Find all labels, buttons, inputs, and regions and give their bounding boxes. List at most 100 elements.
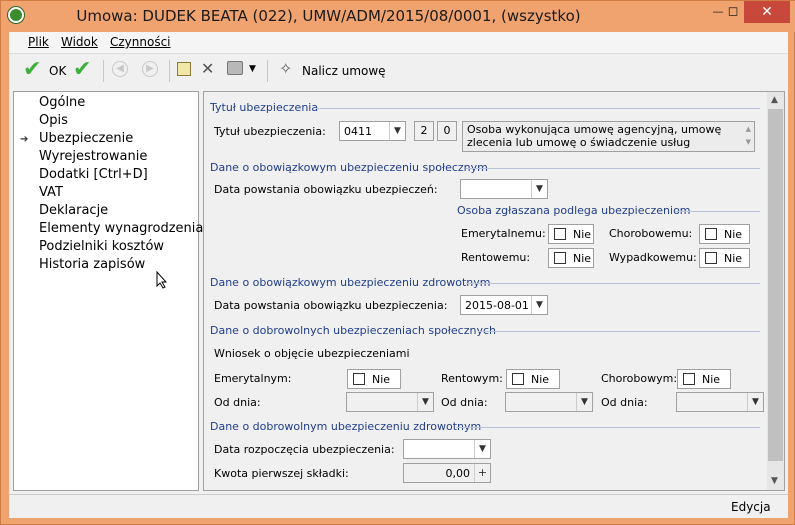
selected-arrow-icon: ➔ — [20, 134, 29, 145]
osoba-zglaszana-header: Osoba zgłaszana podlega ubezpieczeniom — [457, 204, 691, 217]
wniosek-label: Wniosek o objęcie ubezpieczeniami — [214, 347, 410, 360]
toolbar: ✔ OK ✔ ◀ ▶ ✕ ▼ ✧ Nalicz umowę — [9, 56, 788, 86]
section-divider — [316, 108, 760, 109]
close-button[interactable]: ✕ — [744, 1, 790, 23]
data-rozpoczecia-label: Data rozpoczęcia ubezpieczenia: — [214, 443, 395, 456]
nav-item-ubezpieczenie[interactable]: Ubezpieczenie — [39, 131, 133, 146]
rentowemu-label: Rentowemu: — [461, 251, 531, 264]
printer-dropdown-icon[interactable]: ▼ — [249, 64, 256, 74]
toolbar-separator — [267, 60, 268, 82]
chevron-down-icon: ▼ — [747, 393, 763, 411]
compute-contract-button[interactable]: Nalicz umowę — [302, 64, 386, 78]
menu-bar: Plik Widok Czynności — [9, 32, 788, 54]
nav-item-historia-zapisow[interactable]: Historia zapisów — [39, 257, 145, 272]
ok-button[interactable]: OK — [49, 64, 66, 78]
nav-item-elementy-wynagrodzenia[interactable]: Elementy wynagrodzenia — [39, 221, 203, 236]
rentowym-checkbox[interactable]: Nie — [506, 369, 560, 389]
app-logo-icon — [8, 7, 24, 23]
chevron-down-icon: ▼ — [474, 440, 490, 458]
emerytalnemu-label: Emerytalnemu: — [461, 227, 546, 240]
wypadkowemu-label: Wypadkowemu: — [609, 251, 697, 264]
kwota-label: Kwota pierwszej składki: — [214, 467, 349, 480]
chevron-down-icon: ▼ — [576, 393, 592, 411]
chevron-down-icon: ▼ — [417, 393, 433, 411]
forward-icon[interactable]: ▶ — [142, 61, 158, 77]
emerytalnym-label: Emerytalnym: — [214, 372, 292, 385]
data-rozpoczecia-combo[interactable]: ▼ — [403, 439, 491, 459]
chevron-down-icon: ▼ — [531, 296, 547, 314]
od-dnia-label: Od dnia: — [441, 396, 488, 409]
menu-czynnosci[interactable]: Czynności — [110, 35, 171, 49]
chorobowym-label: Chorobowym: — [601, 372, 678, 385]
chorobowemu-label: Chorobowemu: — [609, 227, 693, 240]
tytul-code-part-2: 0 — [437, 121, 457, 141]
nav-item-deklaracje[interactable]: Deklaracje — [39, 203, 108, 218]
chorobowemu-checkbox[interactable]: Nie — [699, 224, 750, 244]
nav-item-wyrejestrowanie[interactable]: Wyrejestrowanie — [39, 149, 147, 164]
window-title: Umowa: DUDEK BEATA (022), UMW/ADM/2015/0… — [76, 7, 581, 25]
toolbar-separator — [169, 60, 170, 82]
vertical-scrollbar[interactable]: ▲ ▼ — [767, 92, 784, 490]
nav-item-dodatki[interactable]: Dodatki [Ctrl+D] — [39, 167, 148, 182]
wypadkowemu-checkbox[interactable]: Nie — [699, 248, 750, 268]
menu-plik[interactable]: Plik — [28, 35, 49, 49]
scroll-down-icon: ▼ — [771, 476, 778, 486]
data-obowiazku-spol-combo[interactable]: ▼ — [460, 179, 548, 199]
save-check-icon[interactable]: ✔ — [73, 58, 91, 82]
chorobowym-checkbox[interactable]: Nie — [677, 369, 731, 389]
emerytalnym-checkbox[interactable]: Nie — [347, 369, 401, 389]
od-dnia-label: Od dnia: — [214, 396, 261, 409]
od-dnia-label: Od dnia: — [601, 396, 648, 409]
nav-item-opis[interactable]: Opis — [39, 113, 68, 128]
tytul-description: Osoba wykonująca umowę agencyjną, umowę … — [462, 121, 755, 152]
app-window: Umowa: DUDEK BEATA (022), UMW/ADM/2015/0… — [0, 0, 795, 525]
emerytalnemu-checkbox[interactable]: Nie — [548, 224, 594, 244]
section-title-tytul: Tytuł ubezpieczenia — [210, 101, 319, 114]
ok-check-icon[interactable]: ✔ — [23, 58, 41, 82]
printer-icon[interactable] — [227, 61, 243, 75]
data-obowiazku-zdrow-label: Data powstania obowiązku ubezpieczenia: — [214, 299, 448, 312]
client-area: Plik Widok Czynności ✔ OK ✔ ◀ ▶ ✕ ▼ ✧ Na… — [9, 32, 788, 518]
toolbar-separator — [103, 60, 104, 82]
nav-item-podzielniki-kosztow[interactable]: Podzielniki kosztów — [39, 239, 164, 254]
back-icon[interactable]: ◀ — [112, 61, 128, 77]
tytul-label: Tytuł ubezpieczenia: — [214, 125, 326, 138]
insurance-form-panel: Tytuł ubezpieczenia Tytuł ubezpieczenia:… — [203, 91, 785, 491]
mouse-cursor-icon — [156, 271, 168, 289]
section-divider — [478, 331, 760, 332]
kwota-field[interactable]: 0,00 + — [403, 463, 491, 483]
section-title-dobrowolne-spoleczne: Dane o dobrowolnych ubezpieczeniach społ… — [210, 324, 496, 337]
scrollbar-thumb[interactable] — [768, 109, 783, 461]
rentowym-label: Rentowym: — [441, 372, 503, 385]
section-title-obowiazkowe-spoleczne: Dane o obowiązkowym ubezpieczeniu społec… — [210, 161, 488, 174]
tytul-code-part-1: 2 — [414, 121, 434, 141]
chevron-down-icon: ▼ — [531, 180, 547, 198]
scroll-arrows-icon: ▲ ▼ — [745, 125, 751, 146]
section-divider — [466, 168, 760, 169]
rentowemu-checkbox[interactable]: Nie — [548, 248, 594, 268]
emerytalnym-od-dnia-combo[interactable]: ▼ — [346, 392, 434, 412]
scroll-up-icon: ▲ — [771, 95, 778, 105]
nav-item-ogolne[interactable]: Ogólne — [39, 95, 85, 110]
status-mode: Edycja — [731, 500, 771, 514]
section-title-obowiazkowe-zdrowotne: Dane o obowiązkowym ubezpieczeniu zdrowo… — [210, 276, 491, 289]
table-icon[interactable] — [177, 62, 191, 76]
rentowym-od-dnia-combo[interactable]: ▼ — [505, 392, 593, 412]
section-divider — [466, 283, 760, 284]
data-obowiazku-zdrow-combo[interactable]: 2015-08-01 ▼ — [460, 295, 548, 315]
section-title-dobrowolne-zdrowotne: Dane o dobrowolnym ubezpieczeniu zdrowot… — [210, 420, 482, 433]
section-nav: ➔ Ogólne Opis Ubezpieczenie Wyrejestrowa… — [13, 91, 203, 491]
menu-widok[interactable]: Widok — [61, 35, 98, 49]
section-divider — [675, 211, 760, 212]
nav-item-vat[interactable]: VAT — [39, 185, 63, 200]
data-obowiazku-spol-label: Data powstania obowiązku ubezpieczeń: — [214, 183, 438, 196]
tytul-code-combo[interactable]: 0411 ▼ — [339, 121, 406, 141]
section-divider — [456, 427, 760, 428]
status-bar: Edycja — [9, 494, 788, 518]
wand-icon: ✧ — [279, 59, 293, 78]
chevron-down-icon: ▼ — [389, 122, 405, 140]
tools-icon[interactable]: ✕ — [201, 59, 214, 78]
chorobowym-od-dnia-combo[interactable]: ▼ — [676, 392, 764, 412]
calculator-icon: + — [474, 464, 490, 482]
title-bar: Umowa: DUDEK BEATA (022), UMW/ADM/2015/0… — [1, 1, 795, 32]
